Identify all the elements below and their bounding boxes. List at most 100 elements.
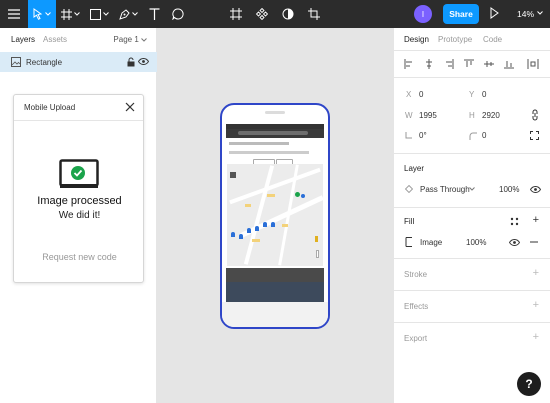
contrast-icon — [282, 8, 294, 20]
component-button[interactable] — [252, 0, 272, 28]
page-selector[interactable]: Page 1 — [113, 35, 147, 44]
browser-url-bar — [226, 129, 324, 138]
stroke-section-title: Stroke — [404, 270, 428, 279]
align-horizontal-center-icon[interactable] — [424, 59, 434, 69]
layer-opacity-input[interactable]: 100% — [499, 185, 519, 194]
hamburger-icon — [8, 9, 20, 19]
export-section-title: Export — [404, 334, 428, 343]
x-label: X — [406, 90, 412, 99]
align-left-icon[interactable] — [404, 59, 414, 69]
move-tool-button[interactable] — [28, 0, 56, 28]
fill-type-label[interactable]: Image — [420, 238, 442, 247]
comment-icon — [172, 8, 184, 20]
blend-mode-select[interactable]: Pass Through — [420, 185, 470, 194]
add-export-button[interactable]: + — [533, 332, 539, 343]
chevron-down-icon — [131, 12, 138, 16]
component-frame-button[interactable] — [226, 0, 246, 28]
layer-item[interactable]: Rectangle — [0, 52, 157, 72]
chevron-down-icon — [102, 12, 109, 16]
width-input[interactable]: 1995 — [419, 111, 437, 120]
user-avatar[interactable]: I — [414, 5, 432, 23]
eye-icon[interactable] — [509, 239, 520, 246]
crop-frame-icon — [230, 8, 242, 20]
request-new-code-link[interactable]: Request new code — [14, 252, 145, 262]
align-vertical-center-icon[interactable] — [484, 59, 494, 69]
height-input[interactable]: 2920 — [482, 111, 500, 120]
remove-icon[interactable] — [530, 241, 538, 243]
chevron-down-icon[interactable] — [469, 187, 475, 191]
help-button[interactable]: ? — [517, 372, 541, 396]
laptop-success-icon — [59, 159, 99, 188]
right-panel: Design Prototype Code X 0 Y 0 W 1995 H 2… — [393, 28, 550, 403]
main-menu-button[interactable] — [0, 0, 28, 28]
h-label: H — [469, 111, 475, 120]
phone-speaker — [265, 111, 285, 114]
phone-screen — [226, 124, 324, 302]
independent-corners-icon[interactable] — [530, 131, 539, 140]
eye-icon[interactable] — [530, 186, 541, 193]
styles-grid-icon[interactable] — [510, 217, 519, 226]
left-panel-tabs: Layers Assets Page 1 — [0, 28, 157, 52]
toolbar: I Share 14% — [0, 0, 550, 28]
distribute-icon[interactable] — [527, 59, 539, 69]
screen-address-line — [229, 142, 289, 145]
comment-tool-button[interactable] — [166, 0, 190, 28]
x-input[interactable]: 0 — [419, 90, 423, 99]
canvas[interactable] — [157, 28, 393, 403]
layer-section-title: Layer — [404, 164, 425, 173]
chevron-down-icon — [141, 38, 147, 42]
add-fill-button[interactable]: + — [533, 215, 539, 226]
rectangle-icon — [89, 8, 101, 20]
align-bottom-icon[interactable] — [504, 59, 514, 69]
lock-icon[interactable] — [127, 57, 135, 67]
status-title: Image processed — [37, 195, 122, 207]
mobile-upload-dialog: Mobile Upload Image processed We did it!… — [13, 94, 144, 283]
dialog-header: Mobile Upload — [14, 95, 143, 121]
effects-section-title: Effects — [404, 302, 429, 311]
corner-radius-icon — [469, 132, 477, 140]
corner-radius-input[interactable]: 0 — [482, 131, 486, 140]
add-effect-button[interactable]: + — [533, 300, 539, 311]
fill-section-title: Fill — [404, 217, 415, 226]
screen-footer — [226, 282, 324, 302]
y-input[interactable]: 0 — [482, 90, 486, 99]
page-label: Page 1 — [113, 35, 139, 44]
eye-icon[interactable] — [138, 58, 149, 65]
play-icon[interactable] — [489, 7, 499, 19]
fill-opacity-input[interactable]: 100% — [466, 238, 486, 247]
pen-tool-button[interactable] — [114, 0, 142, 28]
share-button[interactable]: Share — [443, 4, 479, 24]
image-fill-icon[interactable] — [405, 237, 413, 247]
close-icon[interactable] — [125, 102, 135, 112]
w-label: W — [405, 111, 413, 120]
crop-button[interactable] — [304, 0, 324, 28]
tab-prototype[interactable]: Prototype — [438, 35, 472, 44]
rotation-icon — [405, 132, 412, 139]
constrain-proportions-icon[interactable] — [531, 109, 539, 121]
map-area — [227, 164, 324, 266]
phone-mockup-image[interactable] — [220, 103, 330, 329]
text-tool-button[interactable] — [142, 0, 166, 28]
tab-design[interactable]: Design — [404, 35, 429, 44]
shape-tool-button[interactable] — [84, 0, 114, 28]
image-layer-icon — [11, 57, 21, 67]
chevron-down-icon — [45, 12, 51, 16]
zoom-level[interactable]: 14% — [517, 9, 534, 19]
add-stroke-button[interactable]: + — [533, 268, 539, 279]
blend-mode-icon — [405, 185, 413, 193]
cursor-icon — [33, 8, 43, 20]
pen-icon — [118, 8, 130, 20]
tab-assets[interactable]: Assets — [43, 35, 67, 44]
align-top-icon[interactable] — [464, 59, 474, 69]
mask-button[interactable] — [278, 0, 298, 28]
chevron-down-icon[interactable] — [537, 11, 543, 15]
tab-code[interactable]: Code — [483, 35, 502, 44]
status-subtitle: We did it! — [58, 210, 101, 221]
rotation-input[interactable]: 0° — [419, 131, 427, 140]
text-icon — [149, 8, 159, 20]
crop-icon — [308, 8, 320, 20]
align-right-icon[interactable] — [444, 59, 454, 69]
dialog-title: Mobile Upload — [24, 103, 76, 112]
frame-tool-button[interactable] — [56, 0, 84, 28]
tab-layers[interactable]: Layers — [11, 35, 35, 44]
